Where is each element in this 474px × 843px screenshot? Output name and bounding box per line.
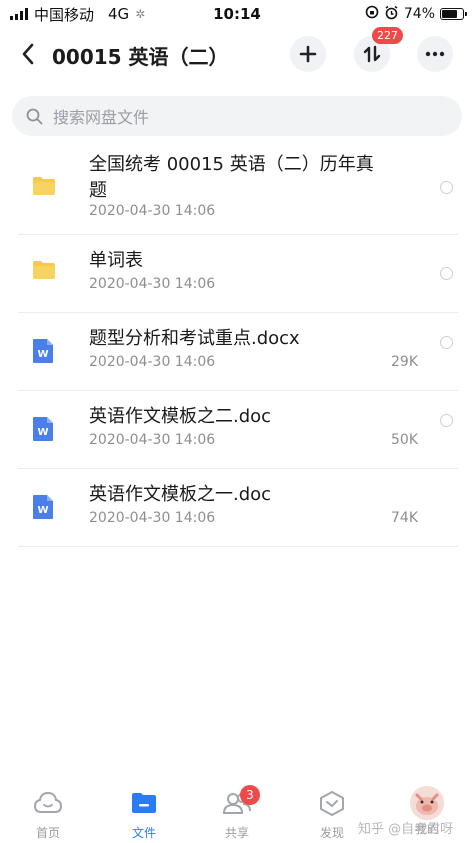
file-size: 50K xyxy=(391,432,418,448)
tab-label: 首页 xyxy=(35,826,60,840)
transfer-button[interactable]: 227 xyxy=(354,27,403,72)
tab-home[interactable]: 首页 xyxy=(8,790,88,841)
select-radio[interactable] xyxy=(440,181,453,194)
tab-label: 共享 xyxy=(224,826,249,840)
select-radio[interactable] xyxy=(440,414,453,427)
file-date: 2020-04-30 14:06 xyxy=(89,432,216,448)
plus-icon xyxy=(299,45,317,63)
list-item[interactable]: 单词表 2020-04-30 14:06 xyxy=(0,234,474,313)
more-button[interactable] xyxy=(417,36,453,72)
watermark-text: 知乎 @自考君呀 xyxy=(358,822,454,837)
loading-icon: ✲ xyxy=(135,7,146,21)
carrier-label: 中国移动 xyxy=(34,5,95,24)
file-size: 29K xyxy=(391,354,418,370)
list-item[interactable]: W 英语作文模板之二.doc 2020-04-30 14:06 50K xyxy=(0,390,474,469)
tab-label: 文件 xyxy=(131,826,156,840)
file-name: 英语作文模板之二.doc xyxy=(89,406,272,427)
status-right: 74% xyxy=(365,5,467,24)
alarm-icon xyxy=(384,5,399,24)
file-name: 题型分析和考试重点.docx xyxy=(89,328,300,349)
page-title: 00015 英语（二） xyxy=(52,45,229,69)
network-label: 4G xyxy=(108,5,130,23)
transfer-badge: 227 xyxy=(372,27,403,44)
svg-text:W: W xyxy=(37,349,48,360)
header: 00015 英语（二） 227 xyxy=(0,27,474,78)
list-item[interactable]: 全国统考 00015 英语（二）历年真题 2020-04-30 14:06 xyxy=(0,146,474,235)
folder-icon xyxy=(33,261,55,279)
cloud-icon xyxy=(33,791,63,813)
file-date: 2020-04-30 14:06 xyxy=(89,354,216,370)
signal-icon xyxy=(10,8,28,20)
tab-share[interactable]: 3 共享 xyxy=(197,785,277,841)
folder-icon xyxy=(33,177,55,195)
file-size: 74K xyxy=(391,510,418,526)
transfer-icon xyxy=(363,45,381,63)
file-name: 单词表 xyxy=(89,250,143,271)
list-item[interactable]: W 英语作文模板之一.doc 2020-04-30 14:06 74K xyxy=(0,468,474,547)
file-date: 2020-04-30 14:06 xyxy=(89,203,216,219)
list-item[interactable]: W 题型分析和考试重点.docx 2020-04-30 14:06 29K xyxy=(0,312,474,391)
more-icon xyxy=(425,51,445,57)
word-doc-icon: W xyxy=(33,339,53,363)
word-doc-icon: W xyxy=(33,495,53,519)
status-bar: 中国移动 4G ✲ 10:14 74% xyxy=(0,0,474,28)
back-button[interactable] xyxy=(14,38,42,70)
battery-icon xyxy=(440,8,467,20)
svg-text:W: W xyxy=(37,427,48,438)
status-left: 中国移动 4G ✲ xyxy=(10,4,190,25)
select-radio[interactable] xyxy=(440,267,453,280)
discover-icon xyxy=(320,791,344,816)
back-arrow-icon xyxy=(22,43,34,65)
file-list: 全国统考 00015 英语（二）历年真题 2020-04-30 14:06 单词… xyxy=(0,146,474,547)
select-radio[interactable] xyxy=(440,336,453,349)
search-icon xyxy=(26,108,43,124)
file-date: 2020-04-30 14:06 xyxy=(89,510,216,526)
search-placeholder: 搜索网盘文件 xyxy=(53,108,150,127)
divider xyxy=(18,546,458,547)
folder-icon xyxy=(132,793,156,813)
file-date: 2020-04-30 14:06 xyxy=(89,276,216,292)
file-name: 全国统考 00015 英语（二）历年真题 xyxy=(89,154,374,201)
file-name: 英语作文模板之一.doc xyxy=(89,484,272,505)
battery-percent: 74% xyxy=(403,6,435,22)
lock-rotation-icon xyxy=(365,5,379,23)
avatar xyxy=(410,786,444,820)
share-badge: 3 xyxy=(240,785,260,805)
svg-text:W: W xyxy=(37,505,48,516)
search-input[interactable]: 搜索网盘文件 xyxy=(12,96,462,136)
add-button[interactable] xyxy=(290,36,326,72)
word-doc-icon: W xyxy=(33,417,53,441)
tab-files[interactable]: 文件 xyxy=(104,790,184,841)
